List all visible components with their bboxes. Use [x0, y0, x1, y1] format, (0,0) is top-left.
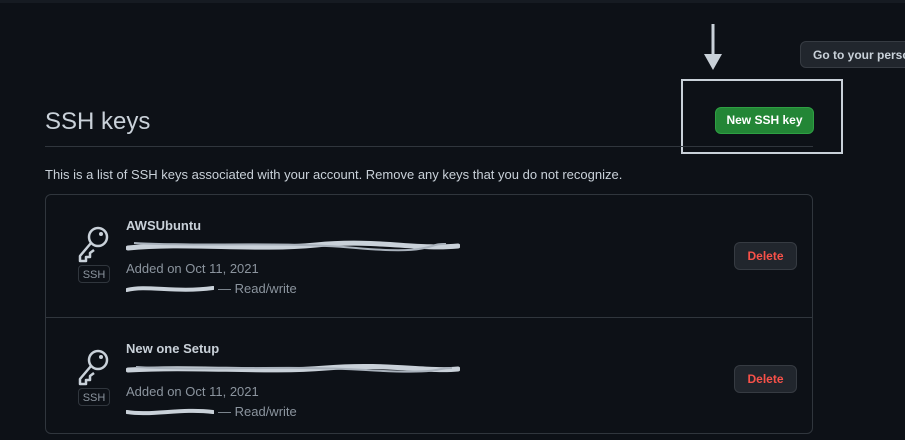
header-divider: [45, 146, 813, 147]
redacted-last-used: [126, 408, 214, 416]
new-ssh-key-button[interactable]: New SSH key: [715, 107, 814, 134]
key-access-level: — Read/write: [218, 281, 297, 296]
key-added-date: Added on Oct 11, 2021: [126, 261, 259, 276]
go-to-profile-button[interactable]: Go to your personal profile: [800, 41, 905, 68]
delete-key-button[interactable]: Delete: [734, 242, 797, 270]
list-item: SSH AWSUbuntu Added on Oct 11, 2021 — Re…: [46, 195, 812, 317]
redacted-last-used: [126, 286, 214, 292]
redacted-fingerprint: [126, 363, 460, 373]
key-name: AWSUbuntu: [126, 218, 202, 233]
key-type-badge: SSH: [78, 265, 110, 283]
arrow-down-icon: [704, 24, 722, 70]
key-added-date: Added on Oct 11, 2021: [126, 384, 259, 399]
page-title: SSH keys: [45, 108, 151, 135]
redacted-fingerprint: [126, 240, 460, 252]
key-name: New one Setup: [126, 341, 220, 356]
list-item: SSH New one Setup Added on Oct 11, 2021 …: [46, 317, 812, 440]
ssh-keys-list: SSH AWSUbuntu Added on Oct 11, 2021 — Re…: [45, 194, 813, 434]
page-description: This is a list of SSH keys associated wi…: [45, 167, 623, 182]
key-icon: [78, 226, 109, 263]
delete-key-button[interactable]: Delete: [734, 365, 797, 393]
key-icon: [78, 349, 109, 386]
key-type-badge: SSH: [78, 388, 110, 406]
top-bar: [0, 0, 905, 3]
